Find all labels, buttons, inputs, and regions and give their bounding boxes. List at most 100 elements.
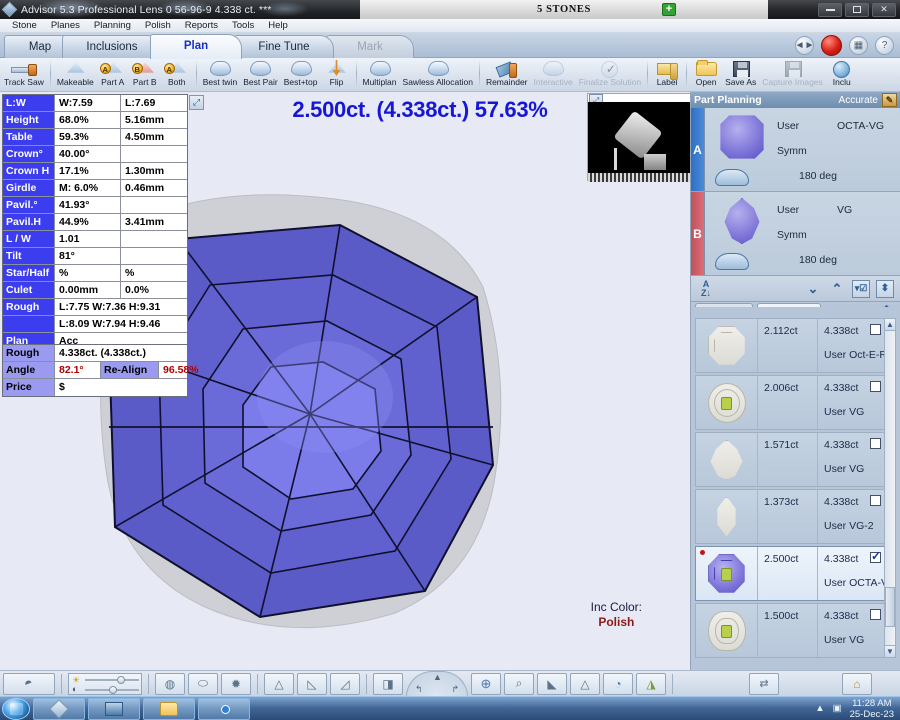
toolbar-button-finalize-solution[interactable]: Finalize Solution (576, 58, 644, 92)
toolbar-button-interactive[interactable]: Interactive (531, 58, 576, 92)
wire-button[interactable]: △ (570, 672, 600, 695)
add-stone-button[interactable]: + (662, 3, 676, 16)
scroll-up-arrow[interactable]: ▲ (885, 319, 895, 331)
toolbar-button-open[interactable]: Open (690, 58, 722, 92)
color-button[interactable]: ◔ (603, 672, 633, 695)
zoom-in-button[interactable]: ⊕ (471, 672, 501, 695)
toolbar-button-both[interactable]: A Both (161, 58, 193, 92)
tab-mark[interactable]: Mark (326, 35, 414, 58)
list-item[interactable]: 2.112ct 4.338ct User Oct-E-RR (695, 318, 895, 373)
taskbar-clock[interactable]: 11:28 AM 25-Dec-23 (850, 698, 894, 720)
sort-az-icon[interactable]: A Z↓ (697, 279, 715, 298)
expand-all-icon[interactable]: ⬍ (876, 279, 894, 298)
toolbar-button-best-top[interactable]: Best+top (281, 58, 321, 92)
tray-expand-icon[interactable]: ▲ (815, 703, 824, 714)
param-label: Crown H (3, 163, 55, 179)
results-scrollbar[interactable]: ▲ ▼ (884, 318, 896, 658)
result-checkbox[interactable] (870, 495, 881, 506)
tilt-view-button[interactable]: ◿ (330, 672, 360, 695)
results-list[interactable]: 2.112ct 4.338ct User Oct-E-RR 2.006ct 4.… (691, 307, 900, 670)
toolbar-button-part-b[interactable]: B Part B (129, 58, 161, 92)
swap-button[interactable]: ⇄ (749, 672, 779, 695)
toolbar-button-inclusions[interactable]: Inclu (826, 58, 858, 92)
facet-view-button[interactable]: ◍ (155, 672, 185, 695)
menu-item-polish[interactable]: Polish (138, 19, 178, 32)
list-item[interactable]: 1.373ct 4.338ct User VG-2 (695, 489, 887, 544)
list-item[interactable]: 1.500ct 4.338ct User VG (695, 603, 887, 658)
brightness-slider[interactable]: ☀ ◐ (68, 672, 142, 695)
param-value-1: 0.00mm (55, 282, 121, 298)
tab-plan[interactable]: Plan (150, 34, 242, 59)
toolbar-button-save-as[interactable]: Save As (722, 58, 759, 92)
toolbar-button-sawless-allocation[interactable]: Sawless Allocation (400, 58, 476, 92)
toolbar-button-label[interactable]: Label (651, 58, 683, 92)
result-checkbox[interactable] (870, 324, 881, 335)
tab-inclusions[interactable]: Inclusions (62, 35, 162, 58)
scroll-down-arrow[interactable]: ▼ (885, 645, 895, 657)
taskbar-item-chrome[interactable] (198, 697, 250, 720)
scroll-thumb[interactable] (885, 587, 895, 627)
zoom-fit-button[interactable]: ⌕ (504, 672, 534, 695)
chevron-up-icon[interactable]: ⌃ (828, 280, 846, 298)
list-item[interactable]: 2.006ct 4.338ct User VG (695, 375, 887, 430)
checklist-icon[interactable]: ▾☑ (852, 279, 870, 298)
expand-parameters-icon[interactable]: ⤢ (189, 95, 204, 110)
menu-item-tools[interactable]: Tools (225, 19, 261, 32)
result-checkbox[interactable] (870, 438, 881, 449)
cut-view-button[interactable]: ◨ (373, 672, 403, 695)
side-view-button[interactable]: ◺ (297, 672, 327, 695)
toolbar-button-best-twin[interactable]: Best twin (200, 58, 241, 92)
menu-item-planes[interactable]: Planes (44, 19, 87, 32)
toolbar-button-flip[interactable]: Flip (321, 58, 353, 92)
taskbar-item-scanner[interactable] (88, 697, 140, 720)
result-checkbox[interactable] (870, 609, 881, 620)
tab-fine-tune[interactable]: Fine Tune (234, 35, 334, 58)
table-row: Crown° 40.00° (3, 146, 187, 163)
realign-button[interactable]: Re-Align (101, 362, 159, 378)
result-carat: 2.500ct (758, 547, 818, 600)
close-button[interactable]: ✕ (872, 2, 896, 17)
toolbar-button-best-pair[interactable]: Best Pair (240, 58, 281, 92)
tray-network-icon[interactable]: ▣ (833, 703, 842, 714)
param-value-1: % (55, 265, 121, 281)
resize-icon[interactable]: ◄► (795, 36, 814, 55)
angle-value: 82.1° (55, 362, 101, 378)
toolbar-button-capture-images[interactable]: Capture Images (759, 58, 825, 92)
chevron-down-icon[interactable]: ⌄ (804, 280, 822, 298)
start-button[interactable] (2, 697, 30, 720)
top-view-button[interactable]: △ (264, 672, 294, 695)
menu-item-reports[interactable]: Reports (178, 19, 225, 32)
menu-item-planning[interactable]: Planning (87, 19, 138, 32)
inclusion-button[interactable]: ◮ (636, 672, 666, 695)
list-item[interactable]: 1.571ct 4.338ct User VG (695, 432, 887, 487)
shade-button[interactable]: ◣ (537, 672, 567, 695)
view-stone-button[interactable]: ◓ (3, 672, 55, 695)
crown-view-button[interactable]: ✹ (221, 672, 251, 695)
rotate-pad[interactable]: ▲ ↰ ↱ (406, 670, 468, 697)
taskbar-item-advisor[interactable] (33, 697, 85, 720)
result-checkbox[interactable] (870, 549, 881, 563)
pencil-icon[interactable]: ✎ (882, 93, 897, 107)
menu-item-help[interactable]: Help (261, 19, 295, 32)
maximize-button[interactable] (845, 2, 869, 17)
toolbar-button-track-saw[interactable]: Track Saw (1, 58, 47, 92)
toolbar-button-multiplan[interactable]: Multiplan (360, 58, 400, 92)
toolbar-separator (647, 60, 649, 88)
grid-icon[interactable]: ▦ (849, 36, 868, 55)
menu-item-stone[interactable]: Stone (5, 19, 44, 32)
result-checkbox[interactable] (870, 381, 881, 392)
part-row-a[interactable]: A User Symm OCTA-VG 180 deg (691, 108, 900, 192)
toolbar-button-remainder[interactable]: Remainder (483, 58, 531, 92)
stone-photo-preview[interactable]: ⤢ (587, 93, 693, 182)
taskbar-item-explorer[interactable] (143, 697, 195, 720)
minimize-button[interactable] (818, 2, 842, 17)
girdle-view-button[interactable]: ⬭ (188, 672, 218, 695)
toolbar-button-part-a[interactable]: A Part A (97, 58, 129, 92)
toolbar-button-makeable[interactable]: Makeable (54, 58, 97, 92)
home-view-button[interactable]: ⌂ (842, 672, 872, 695)
part-row-b[interactable]: B User Symm VG 180 deg (691, 192, 900, 276)
list-item-selected[interactable]: 2.500ct 4.338ct User OCTA-VG (695, 546, 896, 601)
price-value: $ (59, 381, 65, 393)
help-icon[interactable]: ? (875, 36, 894, 55)
record-button[interactable] (821, 35, 842, 56)
